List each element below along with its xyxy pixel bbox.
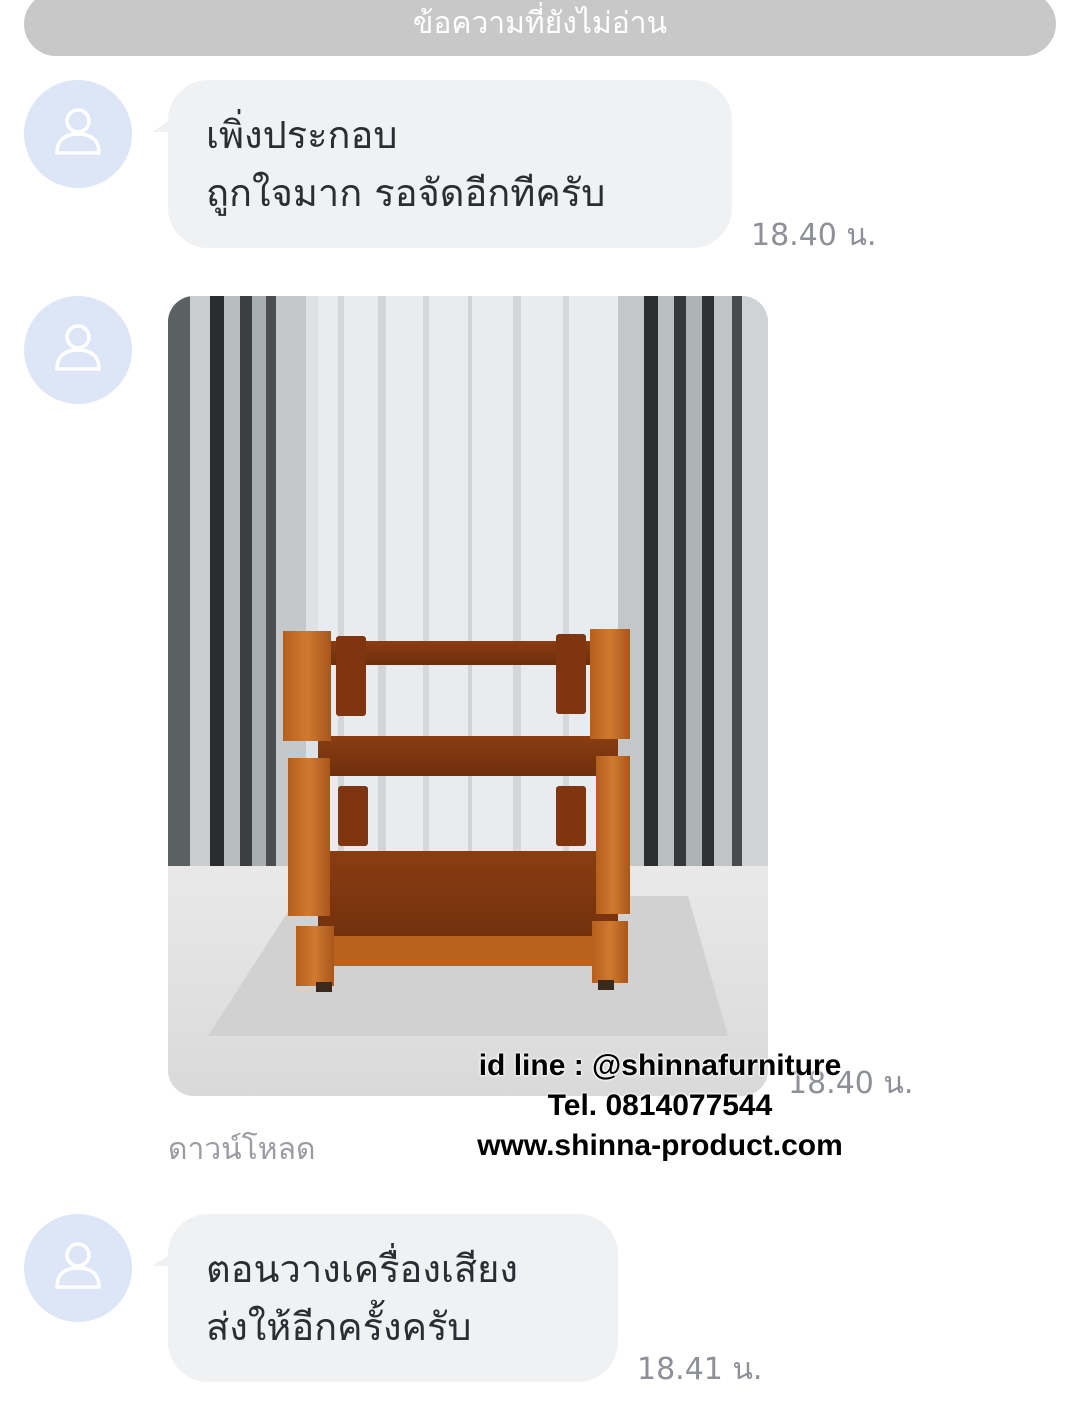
user-icon [55, 1242, 101, 1289]
download-link[interactable]: ดาวน์โหลด [168, 1126, 315, 1173]
avatar[interactable] [24, 80, 132, 188]
shop-watermark: id line : @shinnafurniture Tel. 08140775… [450, 1046, 870, 1166]
user-icon [55, 324, 101, 371]
message-timestamp: 18.40 น. [751, 218, 877, 253]
unread-messages-divider: ข้อความที่ยังไม่อ่าน [24, 0, 1056, 56]
message-line: เพิ่งประกอบ [206, 113, 398, 157]
watermark-line-web: www.shinna-product.com [477, 1129, 843, 1162]
audio-rack-photo [168, 296, 768, 1096]
avatar[interactable] [24, 1214, 132, 1322]
user-icon [55, 108, 101, 155]
message-line: ถูกใจมาก รอจัดอีกทีครับ [206, 171, 606, 215]
watermark-line-id: id line : @shinnafurniture [478, 1049, 842, 1082]
message-bubble[interactable]: ตอนวางเครื่องเสียง ส่งให้อีกครั้งครับ [168, 1214, 618, 1382]
watermark-line-tel: Tel. 0814077544 [547, 1089, 773, 1122]
message-timestamp: 18.41 น. [637, 1352, 763, 1387]
message-line: ตอนวางเครื่องเสียง [206, 1247, 518, 1291]
image-message[interactable] [168, 296, 768, 1096]
message-line: ส่งให้อีกครั้งครับ [206, 1305, 472, 1349]
avatar[interactable] [24, 296, 132, 404]
message-bubble[interactable]: เพิ่งประกอบ ถูกใจมาก รอจัดอีกทีครับ [168, 80, 732, 248]
